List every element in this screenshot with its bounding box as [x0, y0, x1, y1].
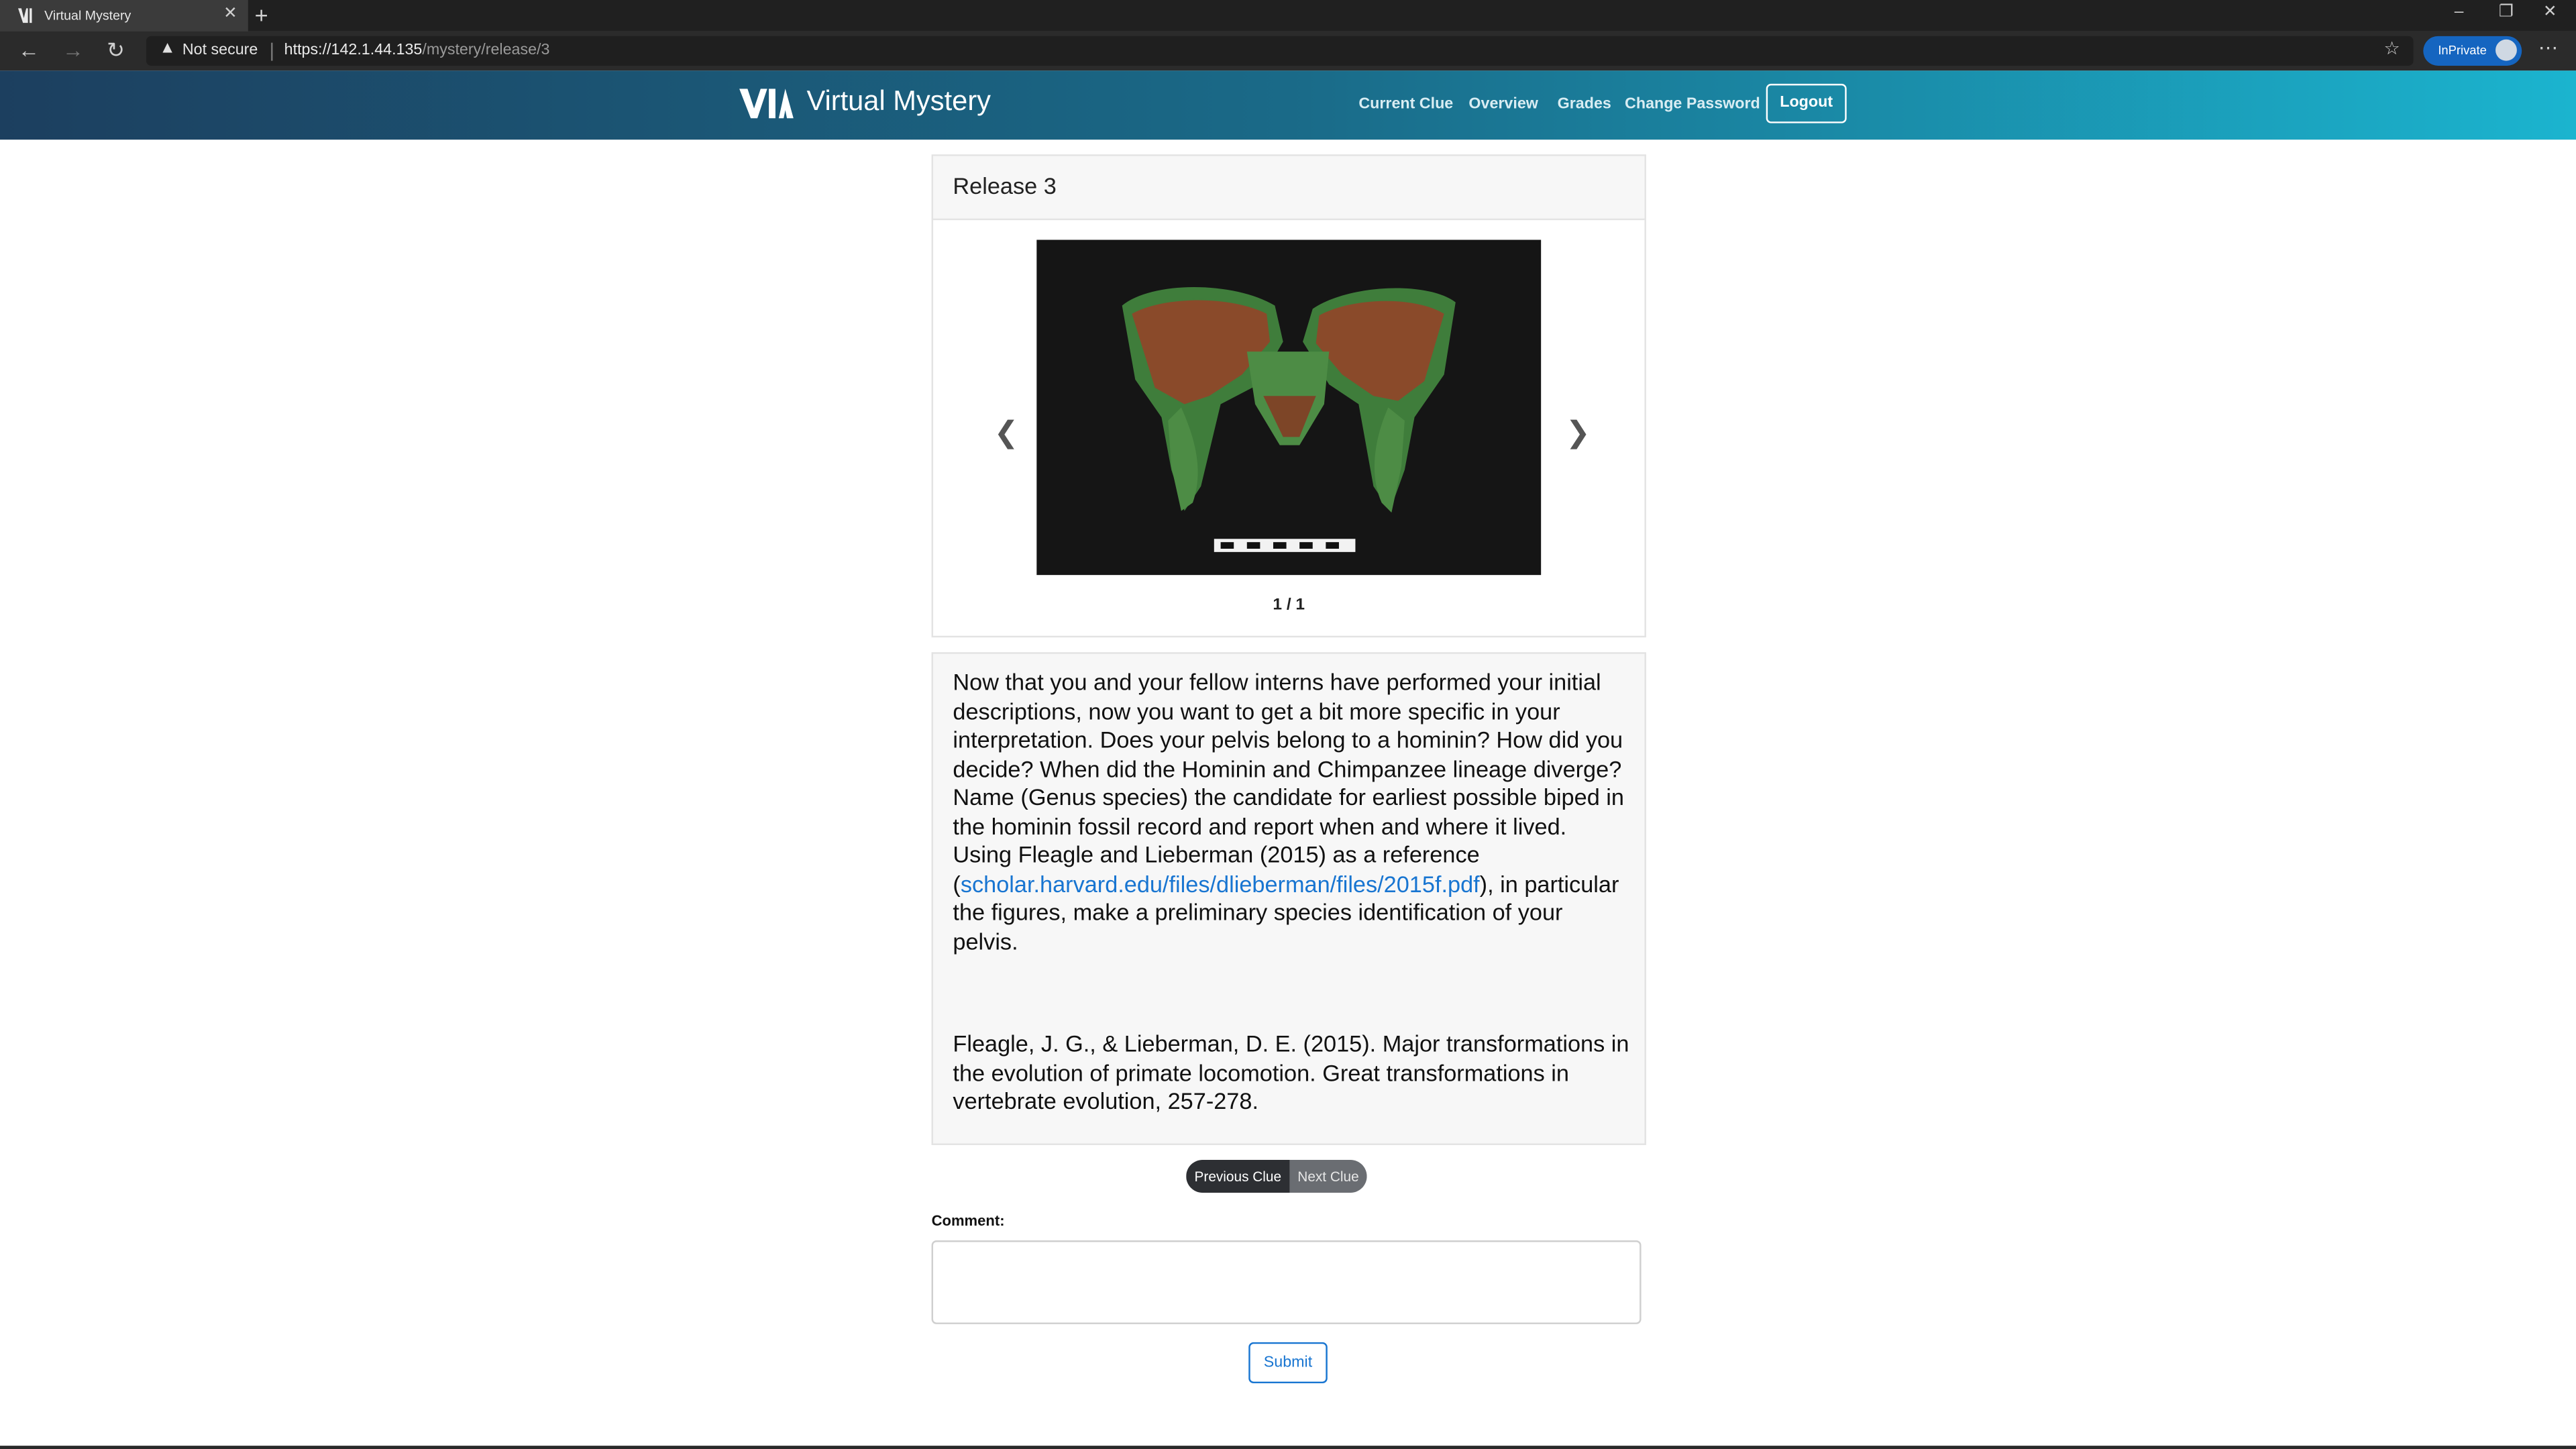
- clue-photo-pelvis: [1036, 239, 1542, 576]
- reference-pdf-link[interactable]: scholar.harvard.edu/files/dlieberman/fil…: [961, 870, 1480, 896]
- clue-navigation: Previous Clue Next Clue: [1186, 1159, 1367, 1193]
- minimize-icon[interactable]: –: [2455, 3, 2464, 21]
- submit-button[interactable]: Submit: [1248, 1342, 1328, 1384]
- address-separator: [271, 42, 273, 61]
- release-title: Release 3: [953, 172, 1057, 199]
- more-menu-icon[interactable]: ⋯: [2538, 36, 2558, 59]
- browser-tab[interactable]: Virtual Mystery ✕: [0, 0, 248, 32]
- back-icon[interactable]: ←: [18, 38, 40, 64]
- profile-avatar: [2496, 39, 2517, 61]
- browser-tab-bar: Virtual Mystery ✕ + – ❐ ✕: [0, 0, 2576, 32]
- tab-close-icon[interactable]: ✕: [223, 5, 237, 23]
- address-toolbar: ← → ↻ ▲ Not secure https://142.1.44.135/…: [0, 31, 2576, 71]
- clue-text-panel: Now that you and your fellow interns hav…: [931, 652, 1646, 1145]
- favorite-star-icon[interactable]: ☆: [2383, 38, 2400, 59]
- tab-title: Virtual Mystery: [44, 8, 131, 23]
- new-tab-icon[interactable]: +: [255, 1, 268, 28]
- url-text[interactable]: https://142.1.44.135/mystery/release/3: [284, 41, 550, 59]
- not-secure-label: Not secure: [182, 41, 258, 60]
- nav-overview[interactable]: Overview: [1468, 95, 1538, 113]
- release-card: Release 3 ❮ ❯ 1 / 1: [931, 154, 1646, 638]
- site-favicon-icon: [17, 8, 32, 23]
- comment-textarea[interactable]: [931, 1240, 1642, 1324]
- clue-text-main: Now that you and your fellow interns hav…: [953, 668, 1624, 839]
- url-path: /mystery/release/3: [422, 41, 550, 60]
- nav-current-clue[interactable]: Current Clue: [1358, 95, 1453, 113]
- carousel-counter: 1 / 1: [1273, 596, 1305, 614]
- pelvis-image: [1036, 239, 1542, 576]
- comment-label: Comment:: [931, 1212, 1005, 1229]
- carousel-next-icon[interactable]: ❯: [1566, 416, 1591, 450]
- close-window-icon[interactable]: ✕: [2543, 3, 2557, 21]
- previous-clue-button[interactable]: Previous Clue: [1186, 1159, 1290, 1193]
- nav-change-password[interactable]: Change Password: [1625, 95, 1760, 113]
- inprivate-badge[interactable]: InPrivate: [2423, 36, 2522, 66]
- url-host: https://142.1.44.135: [284, 41, 423, 60]
- clue-body: Now that you and your fellow interns hav…: [953, 669, 1629, 957]
- restore-icon[interactable]: ❐: [2499, 3, 2514, 21]
- citation-text: Fleagle, J. G., & Lieberman, D. E. (2015…: [953, 1030, 1629, 1114]
- virtual-mystery-logo-icon: [739, 89, 794, 119]
- site-header: Virtual Mystery Current Clue Overview Gr…: [0, 70, 2576, 140]
- address-bar[interactable]: ▲ Not secure https://142.1.44.135/myster…: [146, 36, 2414, 66]
- logout-button[interactable]: Logout: [1766, 83, 1847, 123]
- release-card-header: Release 3: [933, 156, 1645, 221]
- nav-grades[interactable]: Grades: [1558, 95, 1611, 113]
- reload-icon[interactable]: ↻: [107, 38, 125, 64]
- inprivate-label: InPrivate: [2438, 42, 2487, 58]
- forward-icon[interactable]: →: [62, 38, 84, 64]
- carousel-prev-icon[interactable]: ❮: [994, 416, 1019, 450]
- brand-title[interactable]: Virtual Mystery: [806, 85, 991, 118]
- next-clue-button[interactable]: Next Clue: [1289, 1159, 1367, 1193]
- bottom-border: [0, 1446, 2576, 1449]
- warning-icon: ▲: [159, 39, 176, 58]
